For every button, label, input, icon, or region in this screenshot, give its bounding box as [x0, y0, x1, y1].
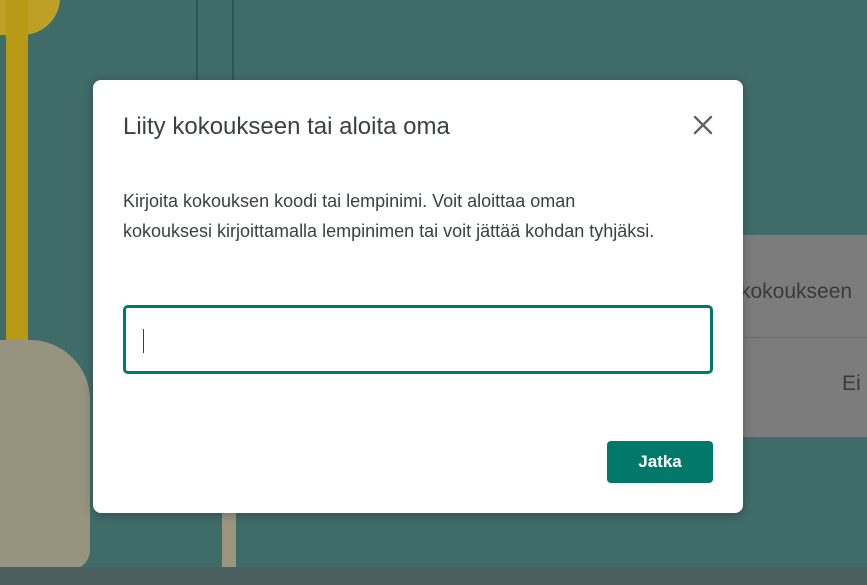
text-caret: [143, 329, 144, 353]
background-yellow-stream: [6, 0, 28, 390]
background-bottom-strip: [0, 567, 867, 585]
background-card-option: Ei: [842, 372, 861, 395]
continue-button[interactable]: Jatka: [607, 441, 713, 483]
background-card-divider: [730, 337, 867, 338]
background-card: kokoukseen Ei: [730, 235, 867, 437]
meeting-code-field: [123, 305, 713, 374]
background-funnel: [0, 340, 90, 570]
close-icon: [693, 115, 713, 135]
background-card-title: kokoukseen: [740, 280, 853, 303]
close-button[interactable]: [688, 110, 718, 140]
meeting-code-input[interactable]: [126, 308, 710, 371]
join-meeting-dialog: Liity kokoukseen tai aloita oma Kirjoita…: [93, 80, 743, 513]
background-frame: [196, 0, 234, 90]
dialog-description: Kirjoita kokouksen koodi tai lempinimi. …: [123, 191, 655, 241]
dialog-title: Liity kokoukseen tai aloita oma: [123, 113, 450, 140]
